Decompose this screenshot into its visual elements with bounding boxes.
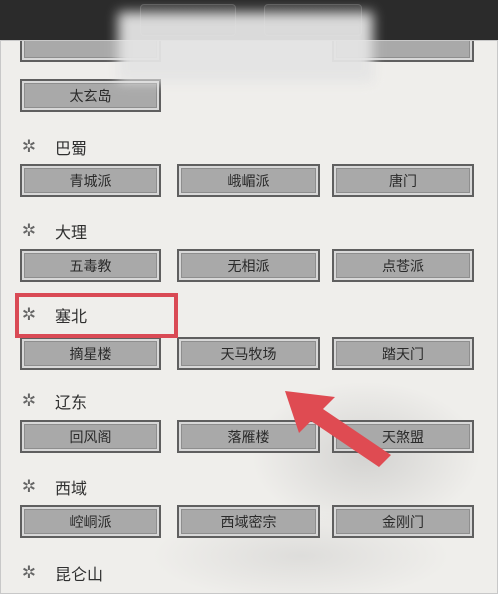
sect-button-taixuan[interactable]: 太玄岛 bbox=[20, 79, 161, 112]
gear-icon: ✲ bbox=[21, 221, 37, 241]
region-highlight-box bbox=[15, 293, 178, 338]
sect-button-zhaixing[interactable]: 摘星楼 bbox=[20, 337, 161, 370]
sect-button-jingang[interactable]: 金刚门 bbox=[332, 505, 474, 538]
region-label: 大理 bbox=[55, 223, 88, 242]
sect-button-tianma[interactable]: 天马牧场 bbox=[177, 337, 320, 370]
gear-icon: ✲ bbox=[21, 137, 37, 157]
region-header-dali: ✲ 大理 bbox=[19, 217, 87, 245]
region-header-xiyu: ✲ 西域 bbox=[19, 473, 87, 501]
region-label: 西域 bbox=[55, 479, 88, 498]
sect-button-diancang[interactable]: 点苍派 bbox=[332, 249, 474, 282]
region-label: 辽东 bbox=[55, 393, 88, 412]
region-header-kunlun: ✲ 昆仑山 bbox=[19, 559, 103, 587]
blurred-overlay bbox=[118, 12, 373, 82]
sect-button-wuxiang[interactable]: 无相派 bbox=[177, 249, 320, 282]
sect-button-kongtong[interactable]: 崆峒派 bbox=[20, 505, 161, 538]
gear-icon: ✲ bbox=[21, 563, 37, 583]
sect-button-emei[interactable]: 峨嵋派 bbox=[177, 164, 320, 197]
sect-button-xiyumizong[interactable]: 西域密宗 bbox=[177, 505, 320, 538]
arrow-icon bbox=[285, 391, 391, 467]
gear-icon: ✲ bbox=[21, 477, 37, 497]
sect-button-tatian[interactable]: 踏天门 bbox=[332, 337, 474, 370]
sect-button-qingcheng[interactable]: 青城派 bbox=[20, 164, 161, 197]
sect-button-tangmen[interactable]: 唐门 bbox=[332, 164, 474, 197]
sect-button-wudu[interactable]: 五毒教 bbox=[20, 249, 161, 282]
region-label: 巴蜀 bbox=[55, 139, 88, 158]
region-header-bashu: ✲ 巴蜀 bbox=[19, 133, 87, 161]
gear-icon: ✲ bbox=[21, 391, 37, 411]
region-label: 昆仑山 bbox=[55, 565, 104, 584]
region-header-liaodong: ✲ 辽东 bbox=[19, 387, 87, 415]
sect-button-huifeng[interactable]: 回风阁 bbox=[20, 420, 161, 453]
sect-list-panel: 太玄岛 ✲ 巴蜀 青城派 峨嵋派 唐门 ✲ 大理 五毒教 无相派 点苍派 ✲ 塞… bbox=[0, 40, 498, 594]
